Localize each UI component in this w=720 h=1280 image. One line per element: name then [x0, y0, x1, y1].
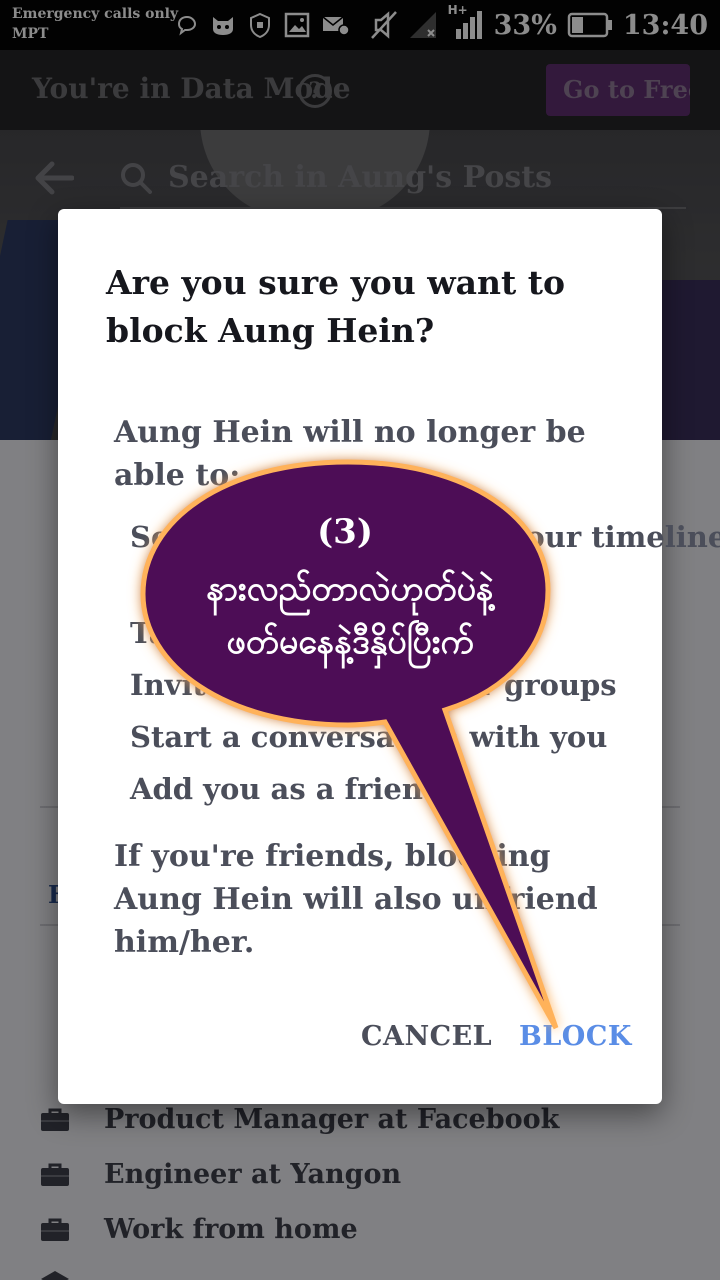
blocked-action-item: Add you as a friend [130, 772, 444, 806]
blocked-action-item: Invite you to events or groups [130, 668, 617, 702]
annotation-step-number: (3) [317, 512, 373, 552]
block-button[interactable]: BLOCK [519, 1021, 632, 1052]
blocked-action-item: Start a conversation with you [130, 720, 608, 754]
dialog-intro: Aung Hein will no longer be able to: [114, 415, 586, 493]
cancel-button[interactable]: CANCEL [361, 1021, 492, 1052]
dialog-footer-note: If you're friends, blocking Aung Hein wi… [114, 839, 598, 960]
annotation-text-line-2: ဖတ်မနေနဲ့ဒီနှိပ်ပြီးက် [226, 622, 474, 662]
annotation-text-line-1: နားလည်တာလဲဟုတ်ပဲနဲ့ [206, 569, 494, 609]
dialog-title: Are you sure you want to block Aung Hein… [106, 263, 566, 350]
